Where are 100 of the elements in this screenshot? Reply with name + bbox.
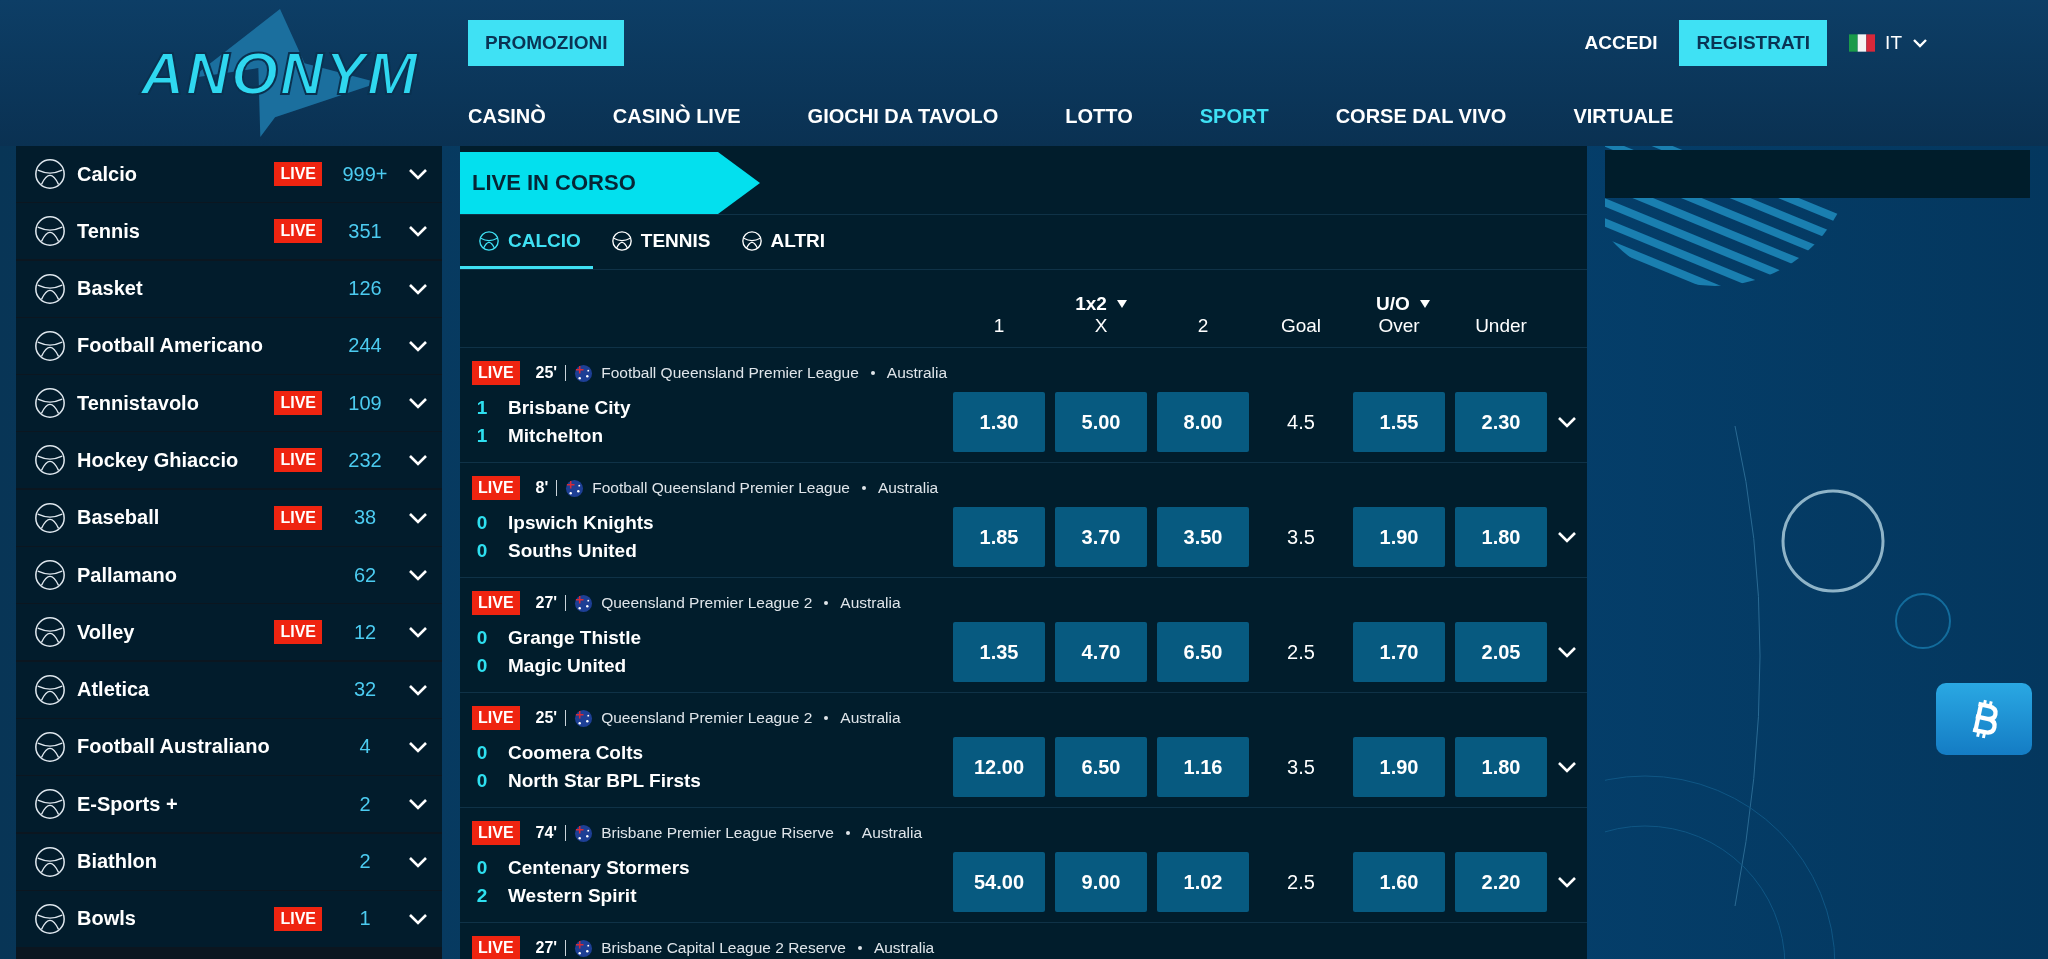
chevron-down-icon[interactable]: [408, 855, 428, 868]
odds-button[interactable]: 1.85: [953, 507, 1045, 567]
odds-button[interactable]: 2.20: [1455, 852, 1547, 912]
odds-button[interactable]: 1.35: [953, 622, 1045, 682]
sport-menu-item[interactable]: Biathlon 2: [16, 833, 442, 890]
team-name: Centenary Stormers: [508, 857, 690, 879]
login-link[interactable]: ACCEDI: [1584, 32, 1658, 54]
chevron-down-icon[interactable]: [408, 511, 428, 524]
team-name: Grange Thistle: [508, 627, 642, 649]
market-selector[interactable]: 1x2: [1071, 292, 1131, 315]
league-name[interactable]: Queensland Premier League 2: [601, 594, 813, 612]
team-score: 1: [476, 425, 488, 447]
odds-button[interactable]: 2.30: [1455, 392, 1547, 452]
league-name[interactable]: Brisbane Premier League Riserve: [601, 824, 834, 842]
league-name[interactable]: Football Queensland Premier League: [592, 479, 850, 497]
sport-tab[interactable]: CALCIO: [460, 215, 593, 269]
sport-menu-item[interactable]: Bowls LIVE 1: [16, 890, 442, 947]
odds-button[interactable]: 5.00: [1055, 392, 1147, 452]
event-count: 244: [347, 334, 383, 358]
event-count: 351: [347, 219, 383, 243]
live-badge: LIVE: [274, 505, 322, 530]
odds-button[interactable]: 1.16: [1157, 737, 1249, 797]
chevron-down-icon[interactable]: [1557, 646, 1577, 658]
register-button[interactable]: REGISTRATI: [1679, 20, 1828, 66]
odds-button[interactable]: 3.70: [1055, 507, 1147, 567]
league-name[interactable]: Football Queensland Premier League: [601, 364, 859, 382]
market-selector[interactable]: U/O: [1372, 292, 1434, 315]
ball-icon: [33, 901, 67, 936]
language-selector[interactable]: IT: [1849, 32, 1928, 54]
odds-button[interactable]: 9.00: [1055, 852, 1147, 912]
league-name[interactable]: Brisbane Capital League 2 Reserve: [601, 939, 846, 957]
chevron-down-icon[interactable]: [408, 339, 428, 352]
odds-button[interactable]: 1.55: [1353, 392, 1445, 452]
chevron-down-icon[interactable]: [408, 282, 428, 295]
nav-link[interactable]: VIRTUALE: [1573, 104, 1674, 128]
odds-button[interactable]: 6.50: [1055, 737, 1147, 797]
sport-tab[interactable]: TENNIS: [592, 215, 723, 269]
sport-tab[interactable]: ALTRI: [722, 215, 838, 269]
nav-link[interactable]: GIOCHI DA TAVOLO: [807, 104, 999, 128]
sport-menu-item[interactable]: Hockey Ghiaccio LIVE 232: [16, 432, 442, 489]
odds-button[interactable]: 1.02: [1157, 852, 1249, 912]
chevron-down-icon[interactable]: [1557, 876, 1577, 888]
chevron-down-icon[interactable]: [408, 569, 428, 582]
chevron-down-icon[interactable]: [1557, 416, 1577, 428]
nav-link[interactable]: CORSE DAL VIVO: [1335, 104, 1507, 128]
odds-button[interactable]: 1.80: [1455, 507, 1547, 567]
odds-button[interactable]: 4.70: [1055, 622, 1147, 682]
sport-menu-item[interactable]: Football Australiano 4: [16, 718, 442, 775]
chevron-down-icon[interactable]: [408, 626, 428, 639]
sport-name: Football Australiano: [77, 735, 270, 759]
odds-button[interactable]: 1.90: [1353, 507, 1445, 567]
chevron-down-icon[interactable]: [1557, 531, 1577, 543]
odds-button[interactable]: 12.00: [953, 737, 1045, 797]
sport-menu-item[interactable]: Atletica 32: [16, 661, 442, 718]
promotions-button[interactable]: PROMOZIONI: [468, 20, 625, 66]
odds-button[interactable]: 8.00: [1157, 392, 1249, 452]
match-minute: 8': [535, 479, 549, 497]
team-name: Mitchelton: [508, 425, 603, 447]
chevron-down-icon[interactable]: [1557, 761, 1577, 773]
chevron-down-icon[interactable]: [408, 397, 428, 410]
chevron-down-icon[interactable]: [408, 168, 428, 180]
sport-menu-item[interactable]: Football Americano 244: [16, 317, 442, 374]
odds-button[interactable]: 1.70: [1353, 622, 1445, 682]
odds-button[interactable]: 1.90: [1353, 737, 1445, 797]
sport-menu-item[interactable]: Calcio LIVE 999+: [16, 146, 442, 202]
match-minute: 25': [535, 709, 558, 727]
chevron-down-icon[interactable]: [408, 912, 428, 925]
nav-link[interactable]: SPORT: [1199, 104, 1269, 128]
sport-menu-item[interactable]: Pallamano 62: [16, 547, 442, 604]
sport-menu-item[interactable]: Tennistavolo LIVE 109: [16, 375, 442, 432]
nav-link[interactable]: LOTTO: [1065, 104, 1133, 128]
chevron-down-icon[interactable]: [408, 740, 428, 753]
sport-name: Biathlon: [77, 850, 157, 874]
nav-link[interactable]: CASINÒ LIVE: [612, 104, 741, 128]
odds-button[interactable]: 54.00: [953, 852, 1045, 912]
team-name: Western Spirit: [508, 885, 637, 907]
column-header: Over: [1377, 314, 1421, 338]
odds-button[interactable]: 1.80: [1455, 737, 1547, 797]
caret-icon: [1116, 299, 1127, 308]
league-name[interactable]: Queensland Premier League 2: [601, 709, 813, 727]
sport-name: Basket: [77, 277, 143, 301]
bitcoin-chat-button[interactable]: [1936, 683, 2032, 755]
sport-menu-item[interactable]: Baseball LIVE 38: [16, 489, 442, 546]
nav-link[interactable]: CASINÒ: [468, 104, 546, 128]
live-badge: LIVE: [472, 821, 520, 845]
sport-menu-item[interactable]: Volley LIVE 12: [16, 604, 442, 661]
sport-menu-item[interactable]: E-Sports + 2: [16, 776, 442, 833]
chevron-down-icon[interactable]: [408, 454, 428, 467]
odds-button[interactable]: 3.50: [1157, 507, 1249, 567]
sport-menu-item[interactable]: Basket 126: [16, 260, 442, 317]
odds-button[interactable]: 1.60: [1353, 852, 1445, 912]
live-badge: LIVE: [472, 591, 520, 615]
sport-menu-item[interactable]: Tennis LIVE 351: [16, 203, 442, 260]
team-name: Magic United: [508, 655, 627, 677]
odds-button[interactable]: 2.05: [1455, 622, 1547, 682]
chevron-down-icon[interactable]: [408, 683, 428, 696]
odds-button[interactable]: 6.50: [1157, 622, 1249, 682]
chevron-down-icon[interactable]: [408, 225, 428, 238]
chevron-down-icon[interactable]: [408, 798, 428, 811]
odds-button[interactable]: 1.30: [953, 392, 1045, 452]
